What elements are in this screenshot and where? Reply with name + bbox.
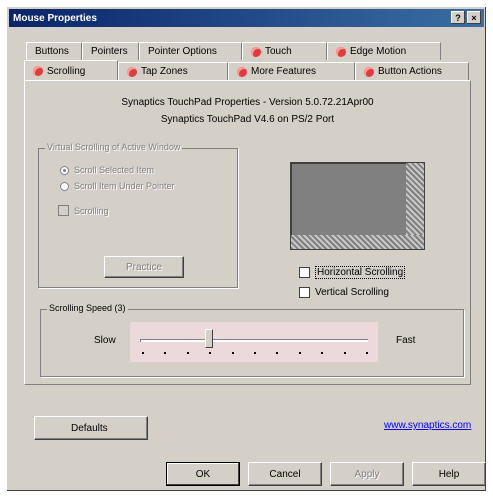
slider-tick <box>254 352 256 354</box>
touchpad-icon <box>237 66 247 77</box>
tab-label: Pointers <box>91 46 128 57</box>
slider-tick <box>164 352 166 354</box>
help-button[interactable]: Help <box>412 462 486 486</box>
practice-button[interactable]: Practice <box>104 256 184 278</box>
checkbox-label: Horizontal Scrolling <box>315 266 406 279</box>
tab-label: Pointer Options <box>148 46 217 57</box>
checkbox-label: Scrolling <box>74 205 109 216</box>
tab-pointer-options[interactable]: Pointer Options <box>139 42 242 60</box>
checkbox-box <box>299 287 310 298</box>
tab-buttons[interactable]: Buttons <box>26 42 82 60</box>
slider-tick <box>321 352 323 354</box>
radio-scroll-under-pointer[interactable]: Scroll Item Under Pointer <box>60 181 175 191</box>
slider-tick <box>276 352 278 354</box>
horizontal-scrolling-checkbox[interactable]: Horizontal Scrolling <box>299 266 406 279</box>
window-title: Mouse Properties <box>13 12 97 24</box>
defaults-button[interactable]: Defaults <box>34 416 148 440</box>
speed-slider[interactable] <box>130 322 378 362</box>
cancel-button[interactable]: Cancel <box>248 462 322 486</box>
slider-tick <box>344 352 346 354</box>
tab-pointers[interactable]: Pointers <box>82 42 139 60</box>
group-title: Virtual Scrolling of Active Window <box>45 142 183 152</box>
synaptics-link[interactable]: www.synaptics.com <box>384 420 471 431</box>
slider-tick <box>142 352 144 354</box>
touchpad-icon <box>33 66 43 76</box>
touchpad-icon <box>336 46 346 57</box>
slider-tick <box>232 352 234 354</box>
slider-tick <box>209 352 211 354</box>
scrolling-checkbox[interactable]: Scrolling <box>58 205 109 216</box>
slider-thumb[interactable] <box>205 329 213 348</box>
tab-row-back: Buttons Pointers Pointer Options Touch E… <box>26 42 441 60</box>
tab-label: Scrolling <box>47 65 86 77</box>
horizontal-scroll-region <box>291 235 424 249</box>
touchpad-icon <box>251 46 261 57</box>
tab-button-actions[interactable]: Button Actions <box>355 62 469 80</box>
title-bar: Mouse Properties ? × <box>9 9 484 27</box>
radio-dot <box>60 181 69 191</box>
apply-button[interactable]: Apply <box>330 462 404 486</box>
fast-label: Fast <box>396 335 416 346</box>
vertical-scrolling-checkbox[interactable]: Vertical Scrolling <box>299 287 389 298</box>
help-title-button[interactable]: ? <box>451 11 465 24</box>
tab-label: Button Actions <box>378 66 442 77</box>
tab-tap-zones[interactable]: Tap Zones <box>118 62 228 80</box>
checkbox-label: Vertical Scrolling <box>315 287 389 298</box>
slider-tick <box>366 352 368 354</box>
tab-label: Buttons <box>35 46 69 57</box>
radio-label: Scroll Selected Item <box>74 165 155 175</box>
slider-tick <box>299 352 301 354</box>
slow-label: Slow <box>94 335 116 346</box>
tab-scrolling[interactable]: Scrolling <box>24 60 118 81</box>
version-text: Synaptics TouchPad Properties - Version … <box>121 97 374 108</box>
ok-button[interactable]: OK <box>166 462 240 486</box>
touchpad-icon <box>364 66 374 77</box>
tab-label: Tap Zones <box>141 66 188 77</box>
tab-more-features[interactable]: More Features <box>228 62 355 80</box>
tab-row-front: Scrolling Tap Zones More Features Button… <box>24 60 469 81</box>
radio-label: Scroll Item Under Pointer <box>74 181 175 191</box>
port-text: Synaptics TouchPad V4.6 on PS/2 Port <box>160 114 335 125</box>
scroll-preview <box>290 162 425 250</box>
slider-tick <box>187 352 189 354</box>
radio-dot <box>60 165 69 175</box>
tab-edge-motion[interactable]: Edge Motion <box>327 42 441 60</box>
tab-label: Edge Motion <box>350 46 407 57</box>
slider-track <box>140 339 368 342</box>
close-button[interactable]: × <box>467 11 481 24</box>
group-title: Scrolling Speed (3) <box>47 303 128 313</box>
tab-label: Touch <box>265 46 292 57</box>
checkbox-box <box>58 205 69 216</box>
touchpad-icon <box>127 66 137 77</box>
checkbox-box <box>299 267 310 278</box>
tab-label: More Features <box>251 66 317 77</box>
radio-scroll-selected[interactable]: Scroll Selected Item <box>60 165 154 175</box>
tab-touch[interactable]: Touch <box>242 42 327 60</box>
